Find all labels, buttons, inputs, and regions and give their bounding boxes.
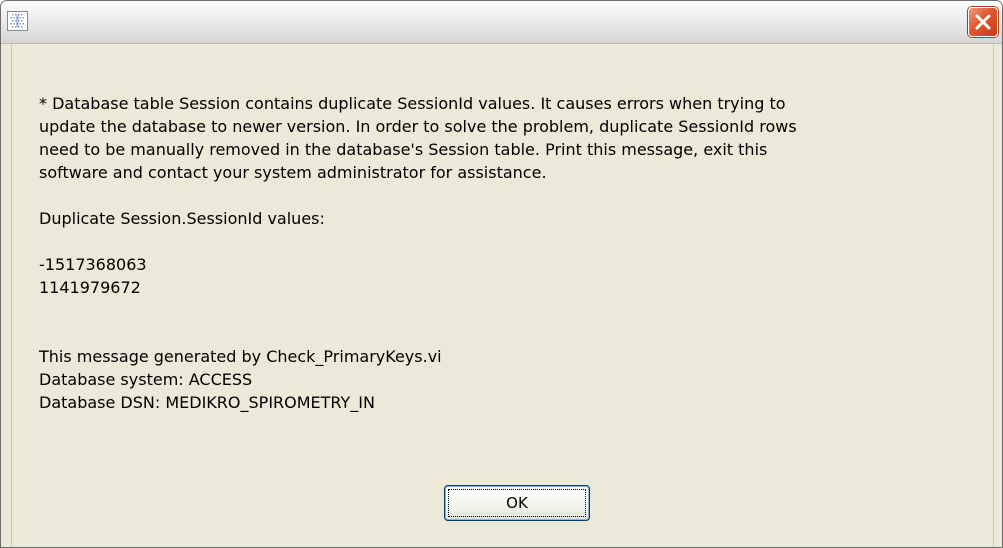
- close-button[interactable]: [968, 7, 998, 37]
- ok-button-label: OK: [448, 489, 586, 517]
- ok-button[interactable]: OK: [444, 485, 590, 521]
- dialog-content: * Database table Session contains duplic…: [11, 44, 994, 547]
- grid-app-icon: [7, 11, 28, 31]
- dialog-window: * Database table Session contains duplic…: [0, 0, 1003, 548]
- close-x-icon: [975, 14, 991, 30]
- message-text: * Database table Session contains duplic…: [39, 94, 797, 412]
- title-bar[interactable]: [1, 1, 1002, 44]
